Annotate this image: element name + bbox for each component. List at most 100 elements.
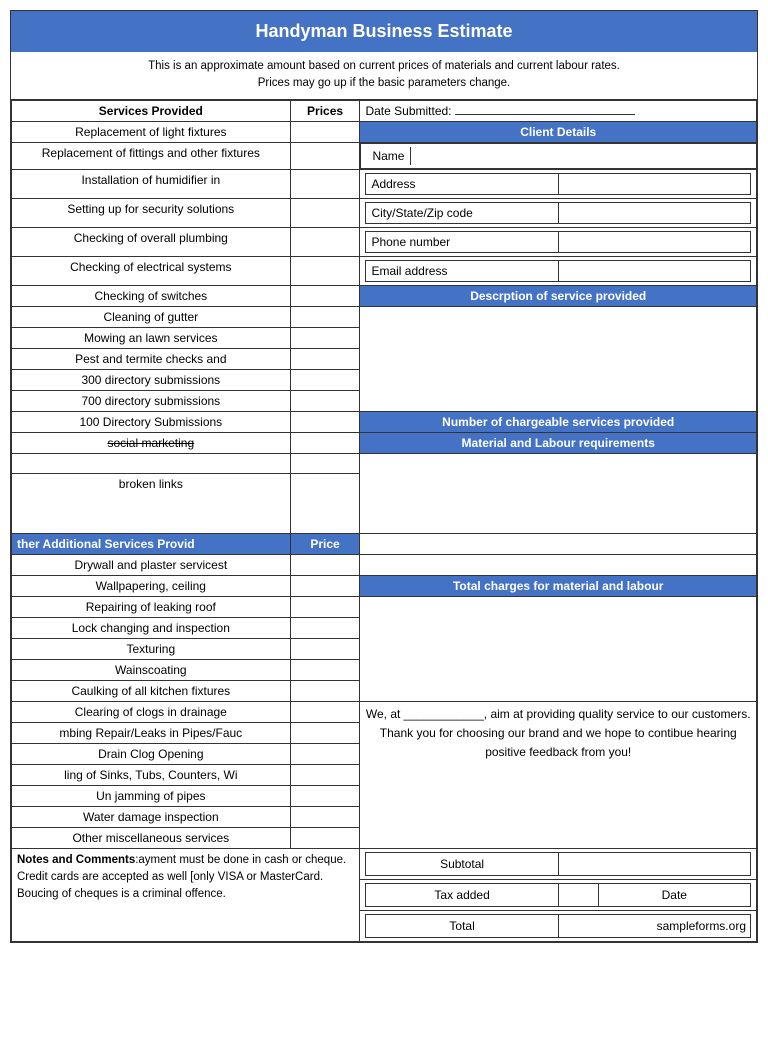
prices-column-header: Prices	[290, 100, 360, 121]
service-100dir: 100 Directory Submissions	[12, 411, 291, 432]
price-light-fixtures[interactable]	[290, 121, 360, 142]
price-300dir[interactable]	[290, 369, 360, 390]
name-value[interactable]	[410, 147, 750, 165]
service-pest: Pest and termite checks and	[12, 348, 291, 369]
service-misc: Other miscellaneous services	[12, 827, 291, 848]
description-area[interactable]	[360, 306, 757, 411]
additional-price-header: Price	[290, 533, 360, 554]
additional-right-empty	[360, 533, 757, 554]
service-drywall: Drywall and plaster servicest	[12, 554, 291, 575]
price-drywall[interactable]	[290, 554, 360, 575]
price-plumbing[interactable]	[290, 227, 360, 256]
subtotal-label: Subtotal	[366, 852, 558, 875]
bottom-row: Notes and Comments:ayment must be done i…	[12, 848, 757, 879]
price-100dir[interactable]	[290, 411, 360, 432]
price-water-damage[interactable]	[290, 806, 360, 827]
subtotal-value[interactable]	[558, 852, 750, 875]
price-switches[interactable]	[290, 285, 360, 306]
additional-services-header: ther Additional Services Provid	[12, 533, 291, 554]
column-header-row: Services Provided Prices Date Submitted:	[12, 100, 757, 121]
address-label: Address	[366, 173, 558, 194]
service-electrical: Checking of electrical systems	[12, 256, 291, 285]
price-caulking[interactable]	[290, 680, 360, 701]
city-value[interactable]	[558, 202, 750, 223]
service-lock: Lock changing and inspection	[12, 617, 291, 638]
price-700dir[interactable]	[290, 390, 360, 411]
row-roof: Repairing of leaking roof	[12, 596, 757, 617]
price-drain[interactable]	[290, 743, 360, 764]
total-charges-area[interactable]	[360, 596, 757, 701]
price-misc[interactable]	[290, 827, 360, 848]
price-wainscoating[interactable]	[290, 659, 360, 680]
total-cell: Total sampleforms.org	[360, 910, 757, 941]
price-texturing[interactable]	[290, 638, 360, 659]
services-column-header: Services Provided	[12, 100, 291, 121]
row-drywall: Drywall and plaster servicest	[12, 554, 757, 575]
service-clogs: Clearing of clogs in drainage	[12, 701, 291, 722]
service-social: social marketing	[12, 432, 291, 453]
date-submitted-cell: Date Submitted:	[360, 100, 757, 121]
tax-label: Tax added	[366, 883, 558, 906]
row-plumbing: Checking of overall plumbing Phone numbe…	[12, 227, 757, 256]
row-clogs: Clearing of clogs in drainage We, at ___…	[12, 701, 757, 722]
email-value[interactable]	[558, 260, 750, 281]
service-light-fixtures: Replacement of light fixtures	[12, 121, 291, 142]
row-social: social marketing Material and Labour req…	[12, 432, 757, 453]
row-security: Setting up for security solutions City/S…	[12, 198, 757, 227]
service-fittings: Replacement of fittings and other fixtur…	[12, 142, 291, 169]
price-humidifier[interactable]	[290, 169, 360, 198]
service-wainscoating: Wainscoating	[12, 659, 291, 680]
price-empty[interactable]	[290, 453, 360, 473]
notes-label: Notes and Comments	[17, 854, 135, 866]
page-title: Handyman Business Estimate	[11, 11, 757, 52]
service-gutter: Cleaning of gutter	[12, 306, 291, 327]
price-social[interactable]	[290, 432, 360, 453]
row-electrical: Checking of electrical systems Email add…	[12, 256, 757, 285]
disclaimer: This is an approximate amount based on c…	[11, 52, 757, 100]
price-clogs[interactable]	[290, 701, 360, 722]
price-security[interactable]	[290, 198, 360, 227]
service-unjam: Un jamming of pipes	[12, 785, 291, 806]
price-roof[interactable]	[290, 596, 360, 617]
price-broken-links[interactable]	[290, 473, 360, 533]
price-sinks[interactable]	[290, 764, 360, 785]
price-plumbing-repair[interactable]	[290, 722, 360, 743]
phone-label: Phone number	[366, 231, 558, 252]
client-address-row: Address	[360, 169, 757, 198]
service-sinks: ling of Sinks, Tubs, Counters, Wi	[12, 764, 291, 785]
client-email-row: Email address	[360, 256, 757, 285]
service-broken-links: broken links	[12, 473, 291, 533]
price-fittings[interactable]	[290, 142, 360, 169]
tax-value[interactable]	[558, 883, 598, 906]
price-unjam[interactable]	[290, 785, 360, 806]
service-caulking: Caulking of all kitchen fixtures	[12, 680, 291, 701]
date-submitted-label: Date Submitted:	[365, 104, 451, 118]
date-submitted-value[interactable]	[455, 114, 635, 115]
material-area[interactable]	[360, 453, 757, 533]
client-phone-row: Phone number	[360, 227, 757, 256]
price-lock[interactable]	[290, 617, 360, 638]
name-label: Name	[366, 147, 410, 165]
service-switches: Checking of switches	[12, 285, 291, 306]
address-value[interactable]	[558, 173, 750, 194]
price-electrical[interactable]	[290, 256, 360, 285]
price-wallpaper[interactable]	[290, 575, 360, 596]
phone-value[interactable]	[558, 231, 750, 252]
service-empty	[12, 453, 291, 473]
service-wallpaper: Wallpapering, ceiling	[12, 575, 291, 596]
email-label: Email address	[366, 260, 558, 281]
notes-cell: Notes and Comments:ayment must be done i…	[12, 848, 360, 941]
price-mowing[interactable]	[290, 327, 360, 348]
total-charges-header: Total charges for material and labour	[360, 575, 757, 596]
tax-cell: Tax added Date	[360, 879, 757, 910]
service-mowing: Mowing an lawn services	[12, 327, 291, 348]
total-label: Total	[366, 914, 558, 937]
price-pest[interactable]	[290, 348, 360, 369]
service-plumbing-repair: mbing Repair/Leaks in Pipes/Fauc	[12, 722, 291, 743]
price-gutter[interactable]	[290, 306, 360, 327]
row-fittings: Replacement of fittings and other fixtur…	[12, 142, 757, 169]
client-city-row: City/State/Zip code	[360, 198, 757, 227]
disclaimer-line2: Prices may go up if the basic parameters…	[21, 75, 747, 92]
service-drain: Drain Clog Opening	[12, 743, 291, 764]
additional-header-row: ther Additional Services Provid Price	[12, 533, 757, 554]
